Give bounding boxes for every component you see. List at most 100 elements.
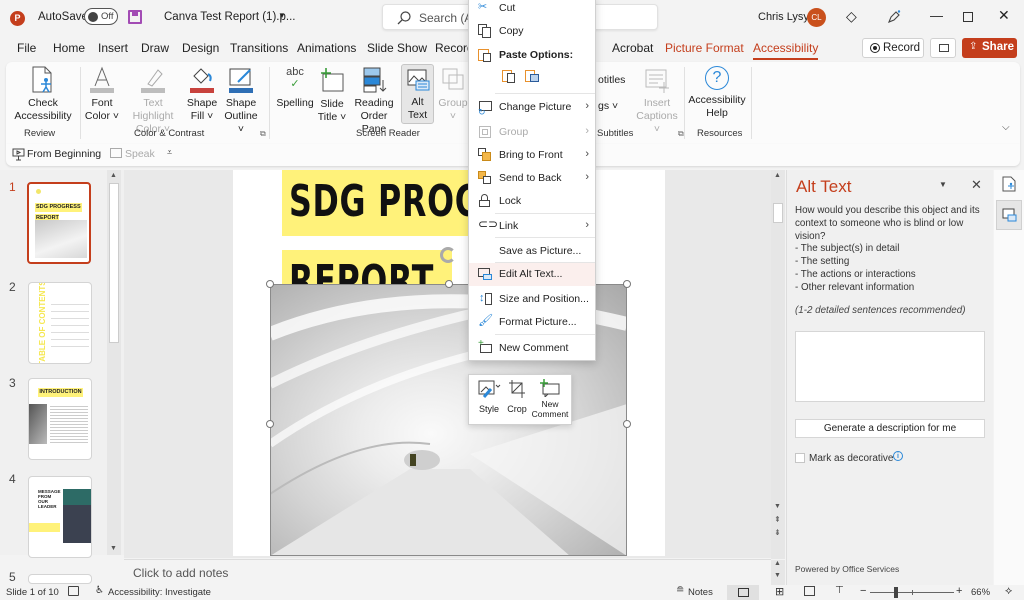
zoom-slider[interactable]	[870, 587, 954, 598]
tab-slide-show[interactable]: Slide Show	[367, 41, 427, 55]
slide-thumbnail-1[interactable]: SDG PROGRESS REPORT	[27, 182, 91, 264]
color-contrast-launcher-icon[interactable]: ⧉	[260, 129, 266, 139]
minimize-button[interactable]: —	[930, 8, 943, 23]
user-avatar[interactable]: CL	[807, 8, 826, 27]
tab-accessibility[interactable]: Accessibility	[753, 41, 819, 60]
menu-item-size-and-position[interactable]: ↕ Size and Position...	[469, 288, 595, 310]
save-icon[interactable]	[128, 10, 142, 24]
slide-thumbnail-3[interactable]: INTRODUCTION	[28, 378, 92, 460]
menu-item-change-picture[interactable]: ↻ Change Picture ›	[469, 96, 595, 118]
user-name[interactable]: Chris Lysy	[758, 11, 809, 23]
slide-thumbnail-2[interactable]: TABLE OF CONTENTS	[28, 282, 92, 364]
fit-to-window-icon[interactable]: ⟡	[1005, 585, 1012, 598]
menu-item-save-as-picture[interactable]: Save as Picture...	[469, 240, 595, 262]
record-button[interactable]: Record	[862, 38, 924, 58]
share-button[interactable]: ⇪ Share	[962, 38, 1017, 58]
slideshow-view-icon[interactable]: ⊤	[835, 585, 844, 596]
crop-button[interactable]: Crop	[505, 379, 529, 421]
resize-handle-e[interactable]	[623, 420, 631, 428]
close-pane-button[interactable]: ✕	[971, 177, 982, 193]
canvas-vertical-scrollbar[interactable]: ▲ ▼ ⇞ ⇟	[771, 170, 785, 559]
tab-design[interactable]: Design	[182, 41, 219, 55]
zoom-in-button[interactable]: +	[956, 585, 962, 597]
mark-decorative-checkbox[interactable]	[795, 453, 805, 463]
zoom-out-button[interactable]: −	[860, 585, 866, 597]
normal-view-button[interactable]	[727, 585, 759, 600]
tab-insert[interactable]: Insert	[98, 41, 128, 55]
designer-pen-icon[interactable]	[886, 9, 902, 25]
group-objects-button[interactable]: Group ˅	[436, 66, 470, 123]
alt-text-button[interactable]: Alt Text	[401, 64, 434, 124]
spell-check-book-icon[interactable]	[68, 586, 79, 596]
new-comment-button[interactable]: New Comment	[531, 379, 569, 423]
insert-captions-button[interactable]: Insert Captions ˅	[634, 66, 680, 136]
accessibility-checker-rail-icon[interactable]	[1002, 176, 1016, 192]
alt-text-input[interactable]	[795, 331, 985, 402]
comments-button[interactable]	[930, 38, 956, 58]
maximize-button[interactable]	[963, 12, 973, 22]
file-name[interactable]: Canva Test Report (1).p...	[164, 11, 295, 23]
tab-animations[interactable]: Animations	[297, 41, 356, 55]
menu-item-format-picture[interactable]: 🖌 Format Picture...	[469, 311, 595, 333]
menu-item-send-to-back[interactable]: Send to Back ›	[469, 167, 595, 189]
slide-title-button[interactable]: Slide Title ˅	[316, 66, 348, 124]
resize-handle-n[interactable]	[445, 280, 453, 288]
canvas-scroll-thumb[interactable]	[773, 203, 783, 223]
tab-picture-format[interactable]: Picture Format	[665, 41, 744, 55]
menu-item-bring-to-front[interactable]: Bring to Front ›	[469, 144, 595, 166]
tab-acrobat[interactable]: Acrobat	[612, 41, 653, 55]
shape-outline-button[interactable]: Shape Outline ˅	[220, 66, 262, 136]
tab-file[interactable]: File	[17, 41, 36, 55]
style-button[interactable]: Style	[475, 379, 503, 421]
check-accessibility-button[interactable]: Check Accessibility	[12, 66, 74, 124]
resize-handle-nw[interactable]	[266, 280, 274, 288]
tab-transitions[interactable]: Transitions	[230, 41, 288, 55]
menu-item-new-comment[interactable]: + New Comment	[469, 337, 595, 359]
slide-sorter-icon[interactable]: ⊞	[775, 585, 784, 598]
subtitle-settings-button[interactable]: gs ˅	[598, 100, 618, 113]
from-beginning-button[interactable]: From Beginning	[27, 148, 101, 160]
scroll-thumb[interactable]	[109, 183, 119, 343]
menu-item-link[interactable]: ⊂⊃ Link ›	[469, 215, 595, 237]
paste-keep-formatting-button[interactable]	[502, 69, 518, 85]
alt-text-rail-button[interactable]	[996, 200, 1022, 230]
diamond-premium-icon[interactable]: ◇	[846, 8, 857, 25]
menu-item-lock[interactable]: Lock	[469, 190, 595, 212]
paste-as-picture-button[interactable]	[525, 69, 541, 85]
shape-fill-button[interactable]: Shape Fill ˅	[186, 66, 218, 123]
autosave-toggle[interactable]: Off	[84, 8, 118, 25]
thumbnails-scrollbar[interactable]: ▲ ▼	[107, 170, 121, 555]
menu-item-edit-alt-text[interactable]: Edit Alt Text...	[469, 263, 595, 286]
menu-item-cut[interactable]: ✂ Cut	[469, 0, 595, 19]
rotate-handle-icon[interactable]	[440, 247, 456, 263]
font-color-button[interactable]: Font Color ˅	[84, 66, 120, 123]
notes-area[interactable]: Click to add notes	[124, 559, 771, 585]
reading-order-pane-button[interactable]: Reading Order Pane	[350, 66, 398, 136]
spelling-button[interactable]: abc ✓ Spelling	[274, 66, 316, 110]
slide-thumbnail-4[interactable]: MESSAGE FROM OUR LEADER	[28, 476, 92, 558]
mark-decorative-label[interactable]: Mark as decorative	[809, 453, 893, 464]
slide[interactable]: SDG PROGRESS REPORT	[233, 170, 665, 556]
subtitles-button[interactable]: otitles	[598, 74, 625, 87]
accessibility-help-button[interactable]: ? Accessibility Help	[688, 66, 746, 120]
title-line-1[interactable]: SDG PROGRESS	[282, 170, 482, 236]
subtitles-launcher-icon[interactable]: ⧉	[678, 129, 684, 139]
collapse-ribbon-icon[interactable]: ⌵	[1002, 122, 1010, 133]
zoom-slider-thumb[interactable]	[894, 587, 898, 598]
tab-draw[interactable]: Draw	[141, 41, 169, 55]
accessibility-status[interactable]: Accessibility: Investigate	[108, 587, 211, 598]
close-window-button[interactable]: ✕	[998, 7, 1010, 24]
resize-handle-w[interactable]	[266, 420, 274, 428]
info-icon[interactable]: i	[893, 451, 903, 461]
zoom-level[interactable]: 66%	[971, 587, 990, 598]
resize-handle-ne[interactable]	[623, 280, 631, 288]
speak-button[interactable]: Speak	[125, 148, 155, 160]
pane-options-icon[interactable]: ▼	[939, 180, 947, 189]
menu-item-group[interactable]: Group ›	[469, 121, 595, 143]
next-slide-button[interactable]: ⇟	[774, 528, 781, 537]
tab-home[interactable]: Home	[53, 41, 85, 55]
previous-slide-button[interactable]: ⇞	[774, 515, 781, 524]
customize-qat-icon[interactable]: ⩡	[167, 147, 172, 158]
notes-toggle-button[interactable]: Notes	[688, 587, 713, 598]
notes-scrollbar[interactable]: ▲ ▼	[771, 560, 785, 585]
